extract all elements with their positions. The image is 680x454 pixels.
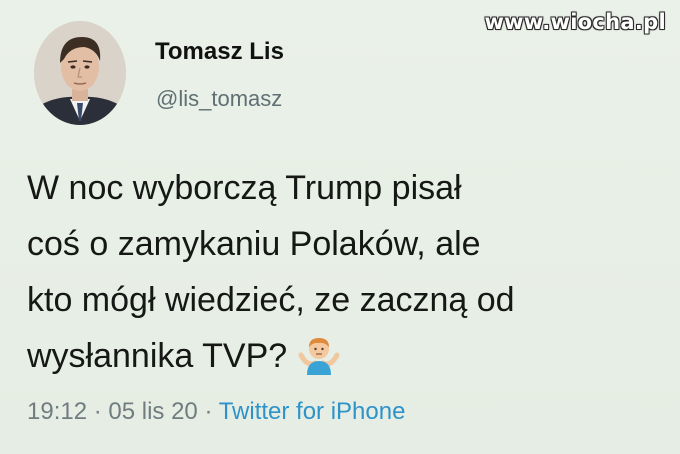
tweet-line: kto mógł wiedzieć, ze zaczną od [27, 281, 515, 319]
tweet-line: wysłannika TVP? [27, 337, 288, 375]
tweet-line: coś o zamykaniu Polaków, ale [27, 225, 481, 263]
tweet-meta: 19:12 · 05 lis 20 · Twitter for iPhone [27, 398, 405, 426]
meta-separator: · [87, 398, 109, 425]
tweet-card: www.wiocha.pl Tomasz Lis @lis_tomasz W n… [0, 0, 680, 454]
avatar[interactable] [34, 21, 126, 125]
avatar-photo-icon [34, 21, 126, 125]
meta-separator: · [197, 398, 219, 425]
tweet-line: W noc wyborczą Trump pisał [27, 169, 462, 207]
tweet-date[interactable]: 05 lis 20 [108, 398, 197, 425]
person-shrugging-emoji-icon [297, 335, 341, 392]
tweet-text: W noc wyborczą Trump pisał coś o zamykan… [27, 160, 667, 392]
tweet-time[interactable]: 19:12 [27, 398, 87, 425]
tweet-line-last: wysłannika TVP? [27, 328, 667, 392]
watermark: www.wiocha.pl [484, 10, 666, 34]
tweet-source-link[interactable]: Twitter for iPhone [219, 398, 406, 425]
author-handle[interactable]: @lis_tomasz [156, 86, 282, 112]
author-name[interactable]: Tomasz Lis [155, 38, 284, 66]
